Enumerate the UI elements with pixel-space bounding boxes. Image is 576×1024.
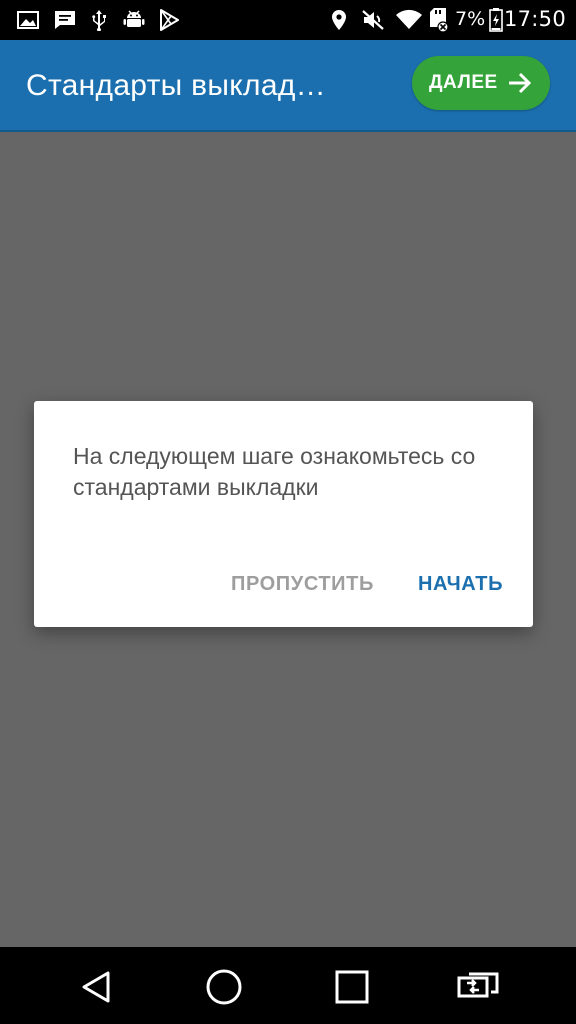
navigation-bar [0, 947, 576, 1024]
home-icon[interactable] [202, 965, 246, 1009]
wifi-icon [394, 6, 424, 34]
back-icon[interactable] [74, 965, 118, 1009]
status-bar: 7% 17:50 [0, 0, 576, 40]
sd-card-icon [428, 6, 450, 34]
battery-percent: 7% [455, 8, 486, 30]
usb-icon [88, 6, 110, 34]
dialog-message: На следующем шаге ознакомьтесь со станда… [73, 443, 476, 500]
onboarding-dialog: На следующем шаге ознакомьтесь со станда… [34, 401, 533, 627]
start-button[interactable]: НАЧАТЬ [418, 573, 503, 596]
message-icon [53, 6, 77, 34]
play-store-icon [157, 6, 181, 34]
clock-time: 17:50 [503, 7, 566, 31]
battery-icon [488, 6, 504, 34]
recents-icon[interactable] [330, 965, 374, 1009]
image-icon [16, 6, 40, 34]
mute-icon [360, 6, 386, 34]
page-title: Стандарты выклад… [26, 69, 326, 102]
switch-app-icon[interactable] [456, 965, 500, 1009]
next-button[interactable]: ДАЛЕЕ [412, 56, 550, 110]
arrow-right-icon [507, 71, 533, 95]
next-button-label: ДАЛЕЕ [429, 72, 498, 93]
location-icon [328, 6, 350, 34]
android-debug-icon [122, 6, 146, 34]
skip-button[interactable]: ПРОПУСТИТЬ [231, 573, 374, 596]
